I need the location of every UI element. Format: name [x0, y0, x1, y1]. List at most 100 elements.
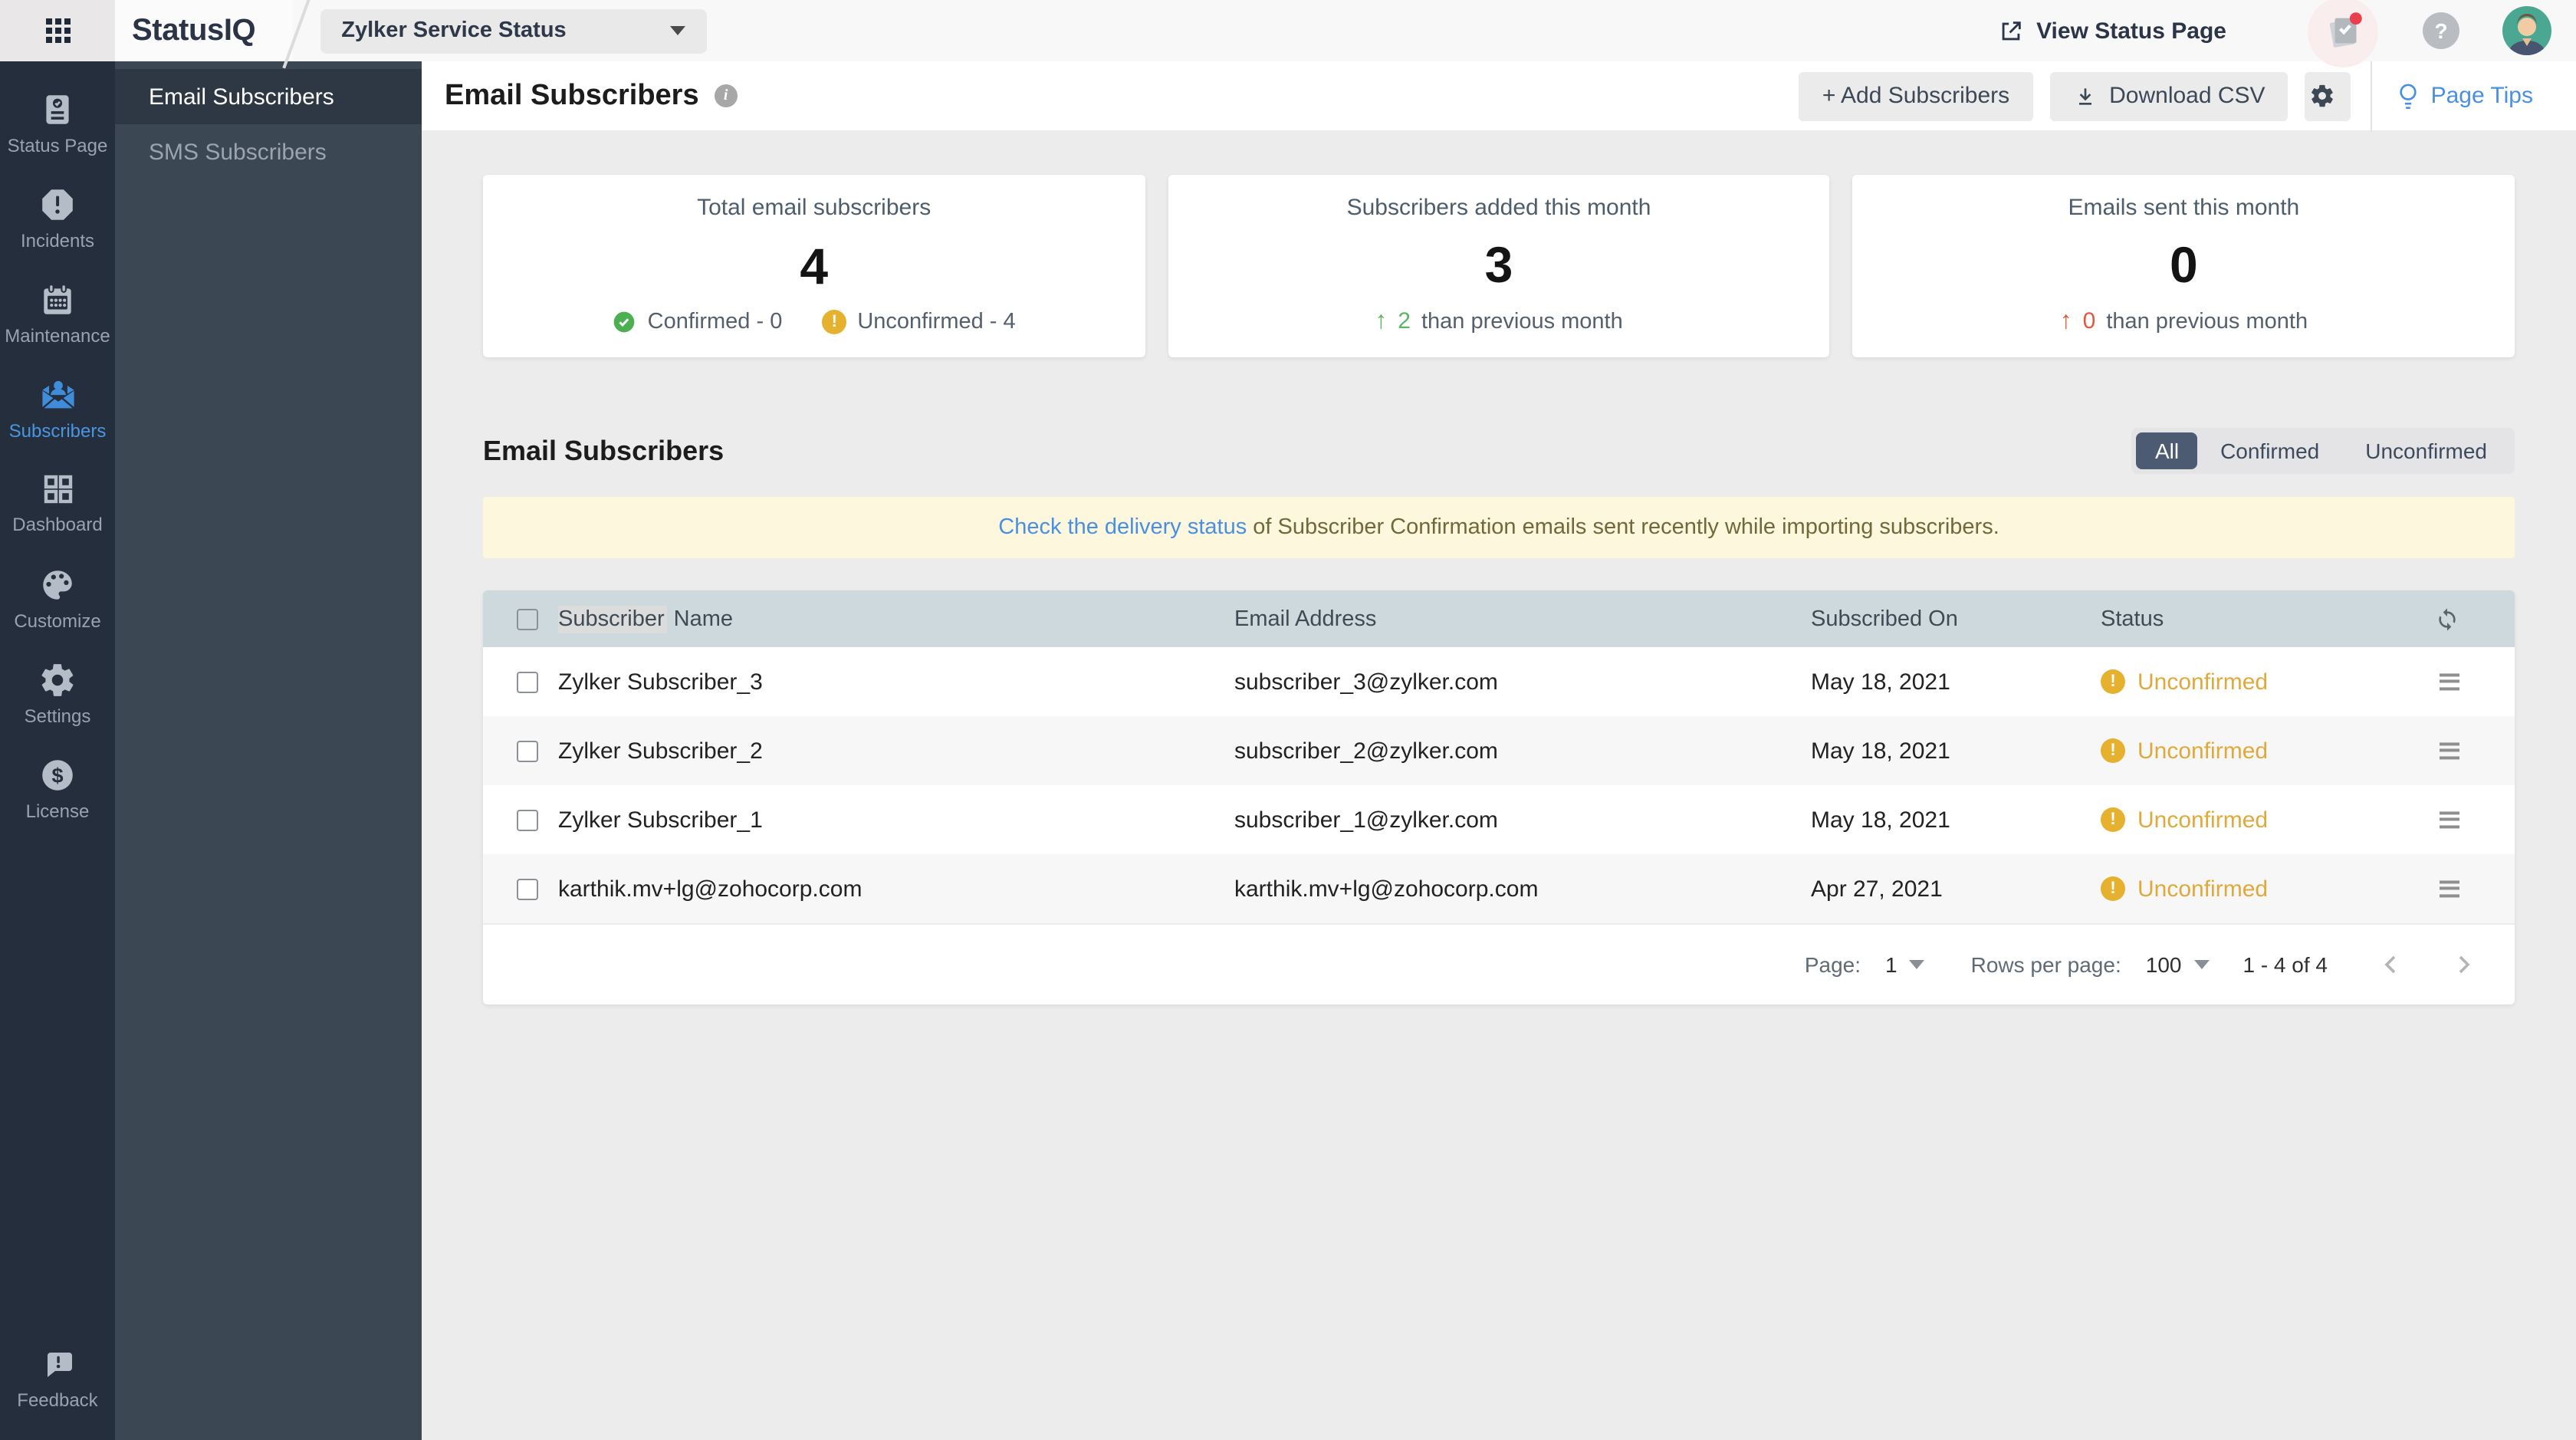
- filter-unconfirmed[interactable]: Unconfirmed: [2342, 432, 2510, 469]
- row-menu-button[interactable]: [2440, 737, 2459, 764]
- header-actions: + Add Subscribers Download CSV Page Tips: [1783, 61, 2551, 131]
- sidebar-item-subscribers[interactable]: Subscribers: [0, 362, 115, 454]
- table-row: Zylker Subscriber_1 subscriber_1@zylker.…: [483, 785, 2515, 854]
- stat-delta: ↑ 0 than previous month: [2060, 308, 2308, 334]
- download-csv-label: Download CSV: [2109, 83, 2266, 109]
- gear-icon: [2311, 84, 2333, 107]
- sidebar-item-feedback[interactable]: Feedback: [0, 1333, 115, 1425]
- stat-cards: Total email subscribers 4 Confirmed - 0: [483, 175, 2515, 357]
- license-icon: $: [42, 759, 73, 790]
- add-subscribers-button[interactable]: + Add Subscribers: [1799, 71, 2033, 120]
- subscribers-subnav: Email Subscribers SMS Subscribers: [115, 61, 422, 1440]
- refresh-icon: [2439, 607, 2456, 630]
- delta-text: than previous month: [2106, 309, 2308, 334]
- rows-per-page-value: 100: [2145, 952, 2182, 977]
- svg-text:$: $: [51, 762, 63, 786]
- topbar-right: View Status Page: [1998, 0, 2576, 67]
- view-status-page-link[interactable]: View Status Page: [1998, 18, 2226, 44]
- sidebar-item-label: Incidents: [20, 229, 95, 251]
- filter-all[interactable]: All: [2136, 432, 2198, 469]
- chevron-left-icon: [2384, 955, 2396, 974]
- sidebar-item-license[interactable]: $ License: [0, 742, 115, 834]
- subnav-item-sms-subscribers[interactable]: SMS Subscribers: [115, 124, 422, 179]
- user-avatar[interactable]: [2502, 6, 2551, 55]
- app-logo[interactable]: StatusIQ: [132, 13, 256, 48]
- notifications-button[interactable]: [2306, 0, 2380, 67]
- filter-confirmed[interactable]: Confirmed: [2197, 432, 2342, 469]
- sidebar-item-label: License: [25, 800, 90, 821]
- unconfirmed-label: Unconfirmed - 4: [857, 310, 1016, 334]
- portal-selector[interactable]: Zylker Service Status: [320, 8, 707, 53]
- delivery-status-banner: Check the delivery status of Subscriber …: [483, 497, 2515, 558]
- rows-select-caret-icon[interactable]: [2193, 960, 2210, 969]
- stat-title: Subscribers added this month: [1346, 195, 1651, 221]
- row-checkbox[interactable]: [517, 740, 538, 761]
- incidents-icon: [42, 189, 73, 219]
- delta-text: than previous month: [1421, 309, 1623, 334]
- delta-line: ↑ 2 than previous month: [1375, 308, 1622, 334]
- next-page-button[interactable]: [2453, 952, 2475, 977]
- row-checkbox[interactable]: [517, 878, 538, 899]
- main-content: Email Subscribers + Add Subscribers Down…: [422, 61, 2576, 1440]
- status-label: Unconfirmed: [2137, 669, 2269, 695]
- sidebar-item-status-page[interactable]: Status Page: [0, 77, 115, 169]
- info-icon[interactable]: [714, 84, 738, 107]
- status-page-icon: [46, 94, 69, 123]
- page-tips-button[interactable]: Page Tips: [2373, 81, 2551, 111]
- sidebar-item-label: Maintenance: [5, 324, 110, 346]
- sidebar-item-incidents[interactable]: Incidents: [0, 172, 115, 264]
- warning-circle-icon: [2101, 876, 2125, 901]
- warning-circle-icon: [822, 310, 847, 334]
- pagination-range: 1 - 4 of 4: [2242, 952, 2328, 977]
- subscriber-settings-button[interactable]: [2305, 71, 2351, 120]
- banner-text: of Subscriber Confirmation emails sent r…: [1253, 515, 1999, 540]
- download-csv-button[interactable]: Download CSV: [2049, 71, 2288, 120]
- subscribed-date: Apr 27, 2021: [1811, 876, 1943, 902]
- notifications-icon: [2329, 12, 2362, 48]
- refresh-button[interactable]: [2435, 607, 2459, 631]
- delta-value: 2: [1398, 308, 1411, 334]
- page-select-caret-icon[interactable]: [1909, 960, 1925, 969]
- sidebar-item-maintenance[interactable]: Maintenance: [0, 267, 115, 359]
- check-delivery-status-link[interactable]: Check the delivery status: [998, 515, 1247, 540]
- row-menu-button[interactable]: [2440, 668, 2459, 695]
- select-all-checkbox[interactable]: [517, 608, 538, 630]
- subscribed-date: May 18, 2021: [1811, 807, 1950, 833]
- row-menu-button[interactable]: [2440, 875, 2459, 902]
- settings-icon: [41, 663, 74, 695]
- sidebar-item-customize[interactable]: Customize: [0, 552, 115, 644]
- row-menu-button[interactable]: [2440, 806, 2459, 833]
- delta-line: ↑ 0 than previous month: [2060, 308, 2308, 334]
- page-label: Page:: [1804, 952, 1861, 977]
- row-checkbox[interactable]: [517, 809, 538, 830]
- subscriber-email: subscriber_2@zylker.com: [1234, 738, 1498, 764]
- table-row: Zylker Subscriber_2 subscriber_2@zylker.…: [483, 716, 2515, 785]
- status-badge: Unconfirmed: [2101, 738, 2268, 764]
- app-grid-button[interactable]: [0, 0, 115, 61]
- stat-card-sent: Emails sent this month 0 ↑ 0 than previo…: [1852, 175, 2515, 357]
- row-checkbox[interactable]: [517, 671, 538, 692]
- column-name-highlight: Subscriber: [558, 605, 668, 633]
- subscribed-date: May 18, 2021: [1811, 669, 1950, 695]
- sidebar-item-dashboard[interactable]: Dashboard: [0, 457, 115, 549]
- delta-value: 0: [2082, 308, 2096, 334]
- prev-page-button[interactable]: [2380, 952, 2401, 977]
- subscriber-name: Zylker Subscriber_3: [558, 669, 763, 695]
- table-row: Zylker Subscriber_3 subscriber_3@zylker.…: [483, 647, 2515, 716]
- subnav-item-email-subscribers[interactable]: Email Subscribers: [115, 69, 422, 124]
- column-subscribed-on: Subscribed On: [1811, 607, 1958, 631]
- sidebar-item-label: Customize: [14, 610, 101, 631]
- stat-value: 4: [800, 237, 829, 294]
- subscriber-name: Zylker Subscriber_1: [558, 807, 763, 833]
- subnav-item-label: SMS Subscribers: [149, 139, 327, 165]
- subscriber-email: subscriber_3@zylker.com: [1234, 669, 1498, 695]
- status-label: Unconfirmed: [2137, 738, 2269, 764]
- sidebar-item-label: Dashboard: [12, 514, 103, 535]
- sidebar-item-settings[interactable]: Settings: [0, 647, 115, 739]
- download-icon: [2078, 87, 2091, 104]
- unconfirmed-count: Unconfirmed - 4: [822, 310, 1016, 334]
- stat-breakdown: Confirmed - 0 Unconfirmed - 4: [613, 310, 1016, 334]
- help-icon[interactable]: [2423, 12, 2459, 49]
- portal-selector-value: Zylker Service Status: [341, 18, 567, 43]
- rows-per-page-label: Rows per page:: [1970, 952, 2121, 977]
